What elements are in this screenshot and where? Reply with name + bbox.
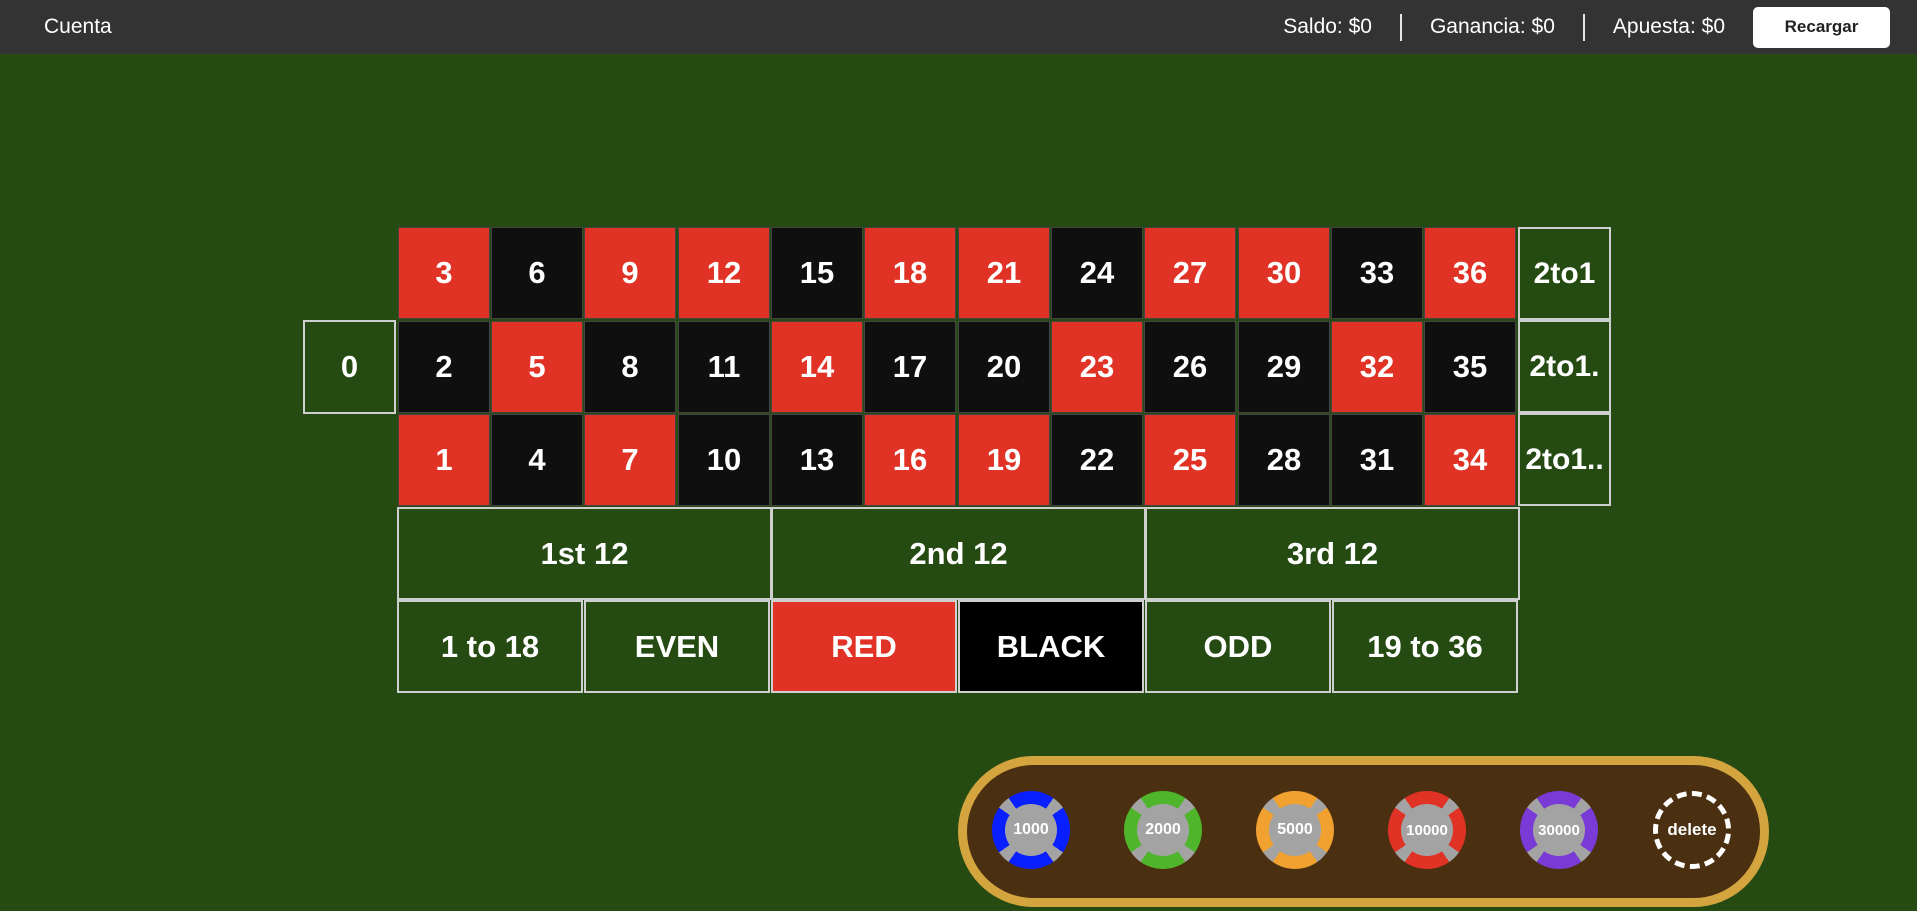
bet-1-to-18[interactable]: 1 to 18 [397, 600, 583, 693]
number-cell[interactable]: 2 [398, 321, 490, 413]
chip-label: 5000 [1269, 804, 1321, 856]
number-cell[interactable]: 19 [958, 414, 1050, 506]
stats-bar: Saldo: $0 Ganancia: $0 Apuesta: $0 Recar… [1255, 0, 1917, 54]
number-cell[interactable]: 17 [864, 321, 956, 413]
number-cell[interactable]: 36 [1424, 227, 1516, 319]
reload-button[interactable]: Recargar [1753, 6, 1890, 48]
top-bar: Cuenta Saldo: $0 Ganancia: $0 Apuesta: $… [0, 0, 1917, 54]
number-cell[interactable]: 30 [1238, 227, 1330, 319]
balance-display: Saldo: $0 [1283, 15, 1372, 38]
chip-label: 30000 [1533, 804, 1585, 856]
number-cell[interactable]: 28 [1238, 414, 1330, 506]
number-cell[interactable]: 29 [1238, 321, 1330, 413]
number-cell[interactable]: 8 [584, 321, 676, 413]
chip-tray [958, 756, 1769, 907]
number-cell[interactable]: 21 [958, 227, 1050, 319]
number-cell[interactable]: 13 [771, 414, 863, 506]
number-cell[interactable]: 34 [1424, 414, 1516, 506]
number-cell[interactable]: 22 [1051, 414, 1143, 506]
number-cell[interactable]: 14 [771, 321, 863, 413]
chip-label: 10000 [1401, 804, 1453, 856]
number-cell[interactable]: 3 [398, 227, 490, 319]
chip-10000[interactable]: 10000 [1388, 791, 1466, 869]
bet-black[interactable]: BLACK [958, 600, 1144, 693]
number-cell[interactable]: 32 [1331, 321, 1423, 413]
number-cell[interactable]: 1 [398, 414, 490, 506]
dozen-bet-second[interactable]: 2nd 12 [771, 507, 1146, 600]
column-bet-middle[interactable]: 2to1. [1518, 320, 1611, 413]
number-cell[interactable]: 7 [584, 414, 676, 506]
number-cell[interactable]: 5 [491, 321, 583, 413]
chip-label: 2000 [1137, 804, 1189, 856]
number-cell[interactable]: 9 [584, 227, 676, 319]
number-cell[interactable]: 18 [864, 227, 956, 319]
bet-display: Apuesta: $0 [1612, 15, 1725, 38]
chip-30000[interactable]: 30000 [1520, 791, 1598, 869]
chip-5000[interactable]: 5000 [1256, 791, 1334, 869]
number-cell[interactable]: 10 [678, 414, 770, 506]
bet-red[interactable]: RED [771, 600, 957, 693]
column-bet-bottom[interactable]: 2to1.. [1518, 413, 1611, 506]
number-cell[interactable]: 35 [1424, 321, 1516, 413]
bet-odd[interactable]: ODD [1145, 600, 1331, 693]
bet-19-to-36[interactable]: 19 to 36 [1332, 600, 1518, 693]
account-link[interactable]: Cuenta [44, 0, 112, 54]
number-cell[interactable]: 27 [1144, 227, 1236, 319]
number-cell[interactable]: 15 [771, 227, 863, 319]
number-cell[interactable]: 25 [1144, 414, 1236, 506]
number-cell[interactable]: 11 [678, 321, 770, 413]
column-bet-top[interactable]: 2to1 [1518, 227, 1611, 320]
chip-2000[interactable]: 2000 [1124, 791, 1202, 869]
bet-even[interactable]: EVEN [584, 600, 770, 693]
number-cell[interactable]: 31 [1331, 414, 1423, 506]
number-cell[interactable]: 16 [864, 414, 956, 506]
number-cell-0[interactable]: 0 [303, 320, 396, 414]
number-cell[interactable]: 26 [1144, 321, 1236, 413]
number-cell[interactable]: 12 [678, 227, 770, 319]
number-cell[interactable]: 20 [958, 321, 1050, 413]
dozen-bet-first[interactable]: 1st 12 [397, 507, 772, 600]
number-cell[interactable]: 24 [1051, 227, 1143, 319]
winnings-display: Ganancia: $0 [1429, 15, 1555, 38]
chip-1000[interactable]: 1000 [992, 791, 1070, 869]
number-cell[interactable]: 23 [1051, 321, 1143, 413]
number-cell[interactable]: 33 [1331, 227, 1423, 319]
number-cell[interactable]: 6 [491, 227, 583, 319]
dozen-bet-third[interactable]: 3rd 12 [1145, 507, 1520, 600]
chip-label: 1000 [1005, 804, 1057, 856]
number-cell[interactable]: 4 [491, 414, 583, 506]
delete-chip-button[interactable]: delete [1653, 791, 1731, 869]
